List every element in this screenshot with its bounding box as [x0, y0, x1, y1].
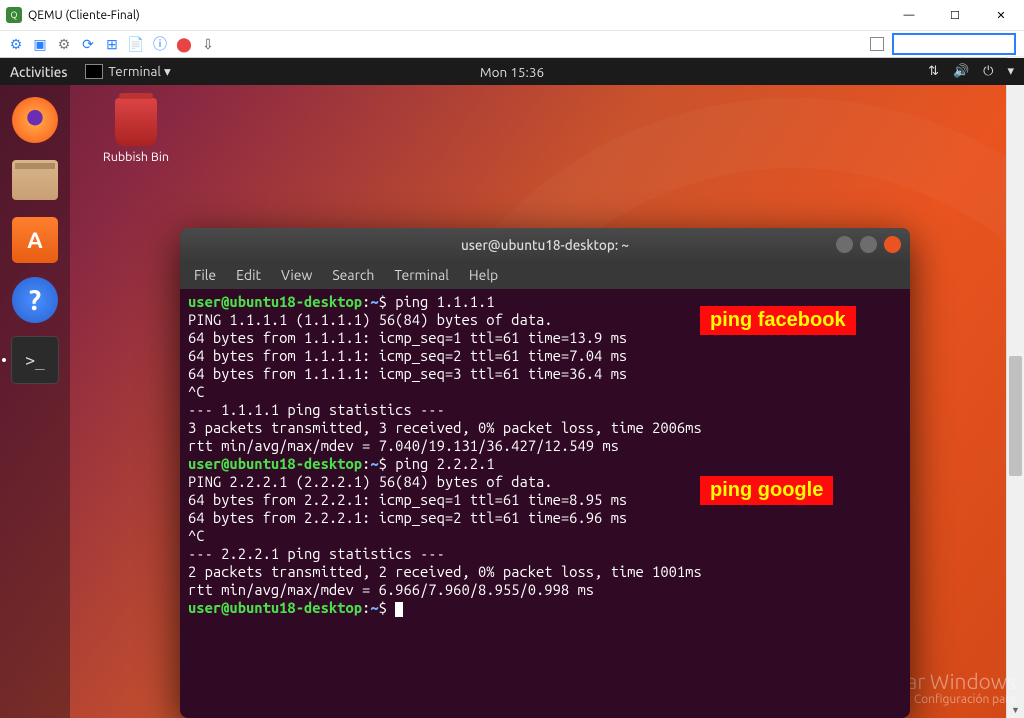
host-scrollbar[interactable]: ▲ ▼ [1006, 56, 1024, 718]
power-icon[interactable]: ⏻ [983, 64, 993, 79]
stop-icon[interactable]: ⬤ [176, 36, 192, 52]
dock-firefox[interactable] [10, 95, 60, 145]
dock-files[interactable] [10, 155, 60, 205]
terminal-window: user@ubuntu18-desktop: ~ File Edit View … [180, 228, 910, 718]
annotation-facebook: ping facebook [700, 306, 856, 335]
menu-terminal[interactable]: Terminal [394, 267, 449, 283]
dock-terminal[interactable]: >_ [10, 335, 60, 385]
keyboard-indicator [870, 37, 884, 51]
sound-icon[interactable]: 🔊 [953, 64, 969, 79]
guest-desktop: Activities Terminal ▾ Mon 15:36 ⇅ 🔊 ⏻ ▾ … [0, 58, 1024, 718]
terminal-maximize[interactable] [860, 236, 877, 253]
import-icon[interactable]: ⇩ [200, 36, 216, 52]
fullscreen-icon[interactable]: ▣ [32, 36, 48, 52]
qemu-searchbox[interactable] [892, 33, 1016, 55]
info-icon[interactable]: ⓘ [152, 36, 168, 52]
app-menu-label: Terminal ▾ [108, 63, 170, 80]
app-menu[interactable]: Terminal ▾ [85, 63, 170, 80]
menu-view[interactable]: View [281, 267, 312, 283]
dock: A ? >_ [0, 85, 70, 718]
minimize-button[interactable]: — [886, 0, 932, 30]
maximize-button[interactable]: ☐ [932, 0, 978, 30]
desktop-trash[interactable]: Rubbish Bin [96, 98, 176, 164]
settings-icon[interactable]: ⚙ [56, 36, 72, 52]
scroll-thumb[interactable] [1009, 356, 1022, 476]
qemu-icon: Q [6, 7, 22, 23]
window-title: QEMU (Cliente-Final) [28, 9, 886, 22]
annotation-google: ping google [700, 476, 833, 505]
terminal-titlebar[interactable]: user@ubuntu18-desktop: ~ [180, 228, 910, 261]
menu-search[interactable]: Search [332, 267, 374, 283]
cursor [395, 602, 403, 617]
terminal-body[interactable]: user@ubuntu18-desktop:~$ ping 1.1.1.1 PI… [180, 289, 910, 621]
trash-icon [115, 98, 157, 146]
terminal-menubar: File Edit View Search Terminal Help [180, 261, 910, 289]
terminal-icon [85, 64, 103, 79]
terminal-minimize[interactable] [836, 236, 853, 253]
terminal-title: user@ubuntu18-desktop: ~ [461, 237, 629, 253]
host-titlebar: Q QEMU (Cliente-Final) — ☐ ✕ [0, 0, 1024, 31]
terminal-close[interactable] [884, 236, 901, 253]
menu-file[interactable]: File [194, 267, 216, 283]
dock-software[interactable]: A [10, 215, 60, 265]
network-icon[interactable]: ⇅ [928, 64, 939, 79]
activities-button[interactable]: Activities [10, 64, 67, 80]
close-button[interactable]: ✕ [978, 0, 1024, 30]
trash-label: Rubbish Bin [96, 150, 176, 164]
windows-icon[interactable]: ⊞ [104, 36, 120, 52]
gnome-topbar: Activities Terminal ▾ Mon 15:36 ⇅ 🔊 ⏻ ▾ [0, 58, 1024, 85]
clock[interactable]: Mon 15:36 [480, 64, 544, 80]
menu-help[interactable]: Help [469, 267, 498, 283]
connect-icon[interactable]: ⚙ [8, 36, 24, 52]
chevron-down-icon[interactable]: ▾ [1007, 64, 1014, 79]
dock-help[interactable]: ? [10, 275, 60, 325]
doc-icon[interactable]: 📄 [128, 36, 144, 52]
refresh-icon[interactable]: ⟳ [80, 36, 96, 52]
menu-edit[interactable]: Edit [236, 267, 261, 283]
qemu-toolbar: ⚙ ▣ ⚙ ⟳ ⊞ 📄 ⓘ ⬤ ⇩ [0, 31, 1024, 58]
